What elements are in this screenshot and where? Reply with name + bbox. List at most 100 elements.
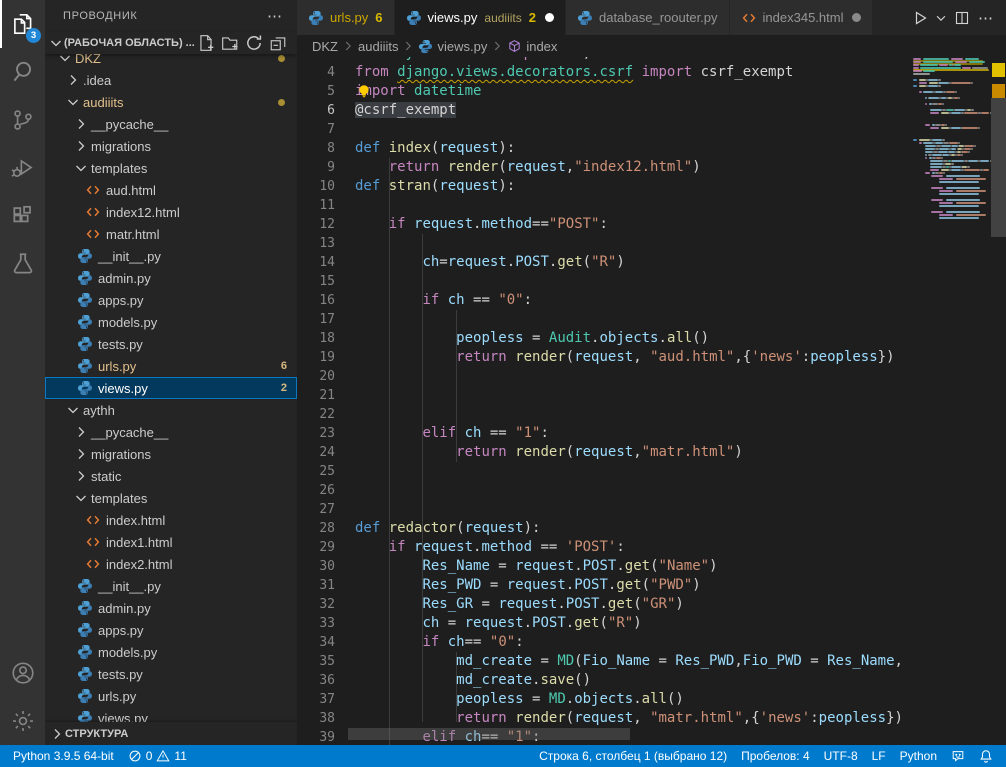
more-actions-icon[interactable]: ⋯: [976, 7, 996, 29]
code-token: .: [566, 691, 574, 707]
feedback-status[interactable]: [944, 745, 972, 767]
account-icon[interactable]: [0, 649, 45, 697]
minimap-line: [974, 145, 976, 147]
tab-database_roouter.py[interactable]: database_roouter.py: [566, 0, 729, 35]
code-token: peopless: [810, 349, 877, 365]
eol-status[interactable]: LF: [865, 745, 893, 767]
cursor-position-status[interactable]: Строка 6, столбец 1 (выбрано 12): [532, 745, 734, 767]
tree-item-views.py[interactable]: views.py: [45, 707, 297, 722]
minimap-line: [923, 70, 935, 72]
tree-item-index.html[interactable]: index.html: [45, 509, 297, 531]
tree-item-__pycache__[interactable]: __pycache__: [45, 113, 297, 135]
language-mode-status[interactable]: Python: [893, 745, 944, 767]
source-control-icon[interactable]: [0, 96, 45, 144]
tree-item-matr.html[interactable]: matr.html: [45, 223, 297, 245]
python-interpreter-status[interactable]: Python 3.9.5 64-bit: [6, 745, 121, 767]
settings-icon[interactable]: [0, 697, 45, 745]
encoding-status[interactable]: UTF-8: [817, 745, 865, 767]
horizontal-scrollbar-thumb[interactable]: [348, 728, 630, 740]
new-file-icon[interactable]: [197, 34, 215, 52]
code-lines[interactable]: 3from aythh.models import MD,Audit4from …: [297, 57, 1006, 745]
workspace-section-header[interactable]: (РАБОЧАЯ ОБЛАСТЬ) ...: [45, 32, 297, 54]
extensions-icon[interactable]: [0, 192, 45, 240]
tree-item-models.py[interactable]: models.py: [45, 641, 297, 663]
problems-badge: 6: [281, 360, 287, 372]
code-action-lightbulb-icon[interactable]: [356, 83, 372, 99]
tree-item-urls.py[interactable]: urls.py6: [45, 355, 297, 377]
tab-views.py[interactable]: views.pyaudiiits2: [395, 0, 565, 35]
breadcrumb-item-audiiits[interactable]: audiiits: [358, 39, 398, 54]
code-token: return: [456, 444, 507, 460]
tree-item-admin.py[interactable]: admin.py: [45, 267, 297, 289]
tree-item-templates[interactable]: templates: [45, 487, 297, 509]
tree-item-index1.html[interactable]: index1.html: [45, 531, 297, 553]
tree-item-models.py[interactable]: models.py: [45, 311, 297, 333]
tree-item-migrations[interactable]: migrations: [45, 443, 297, 465]
code-token: peopless: [819, 710, 886, 726]
tree-item-views.py[interactable]: views.py2: [45, 377, 297, 399]
tree-item-.idea[interactable]: .idea: [45, 69, 297, 91]
run-debug-icon[interactable]: [0, 144, 45, 192]
code-token: Res_GR: [422, 596, 473, 612]
tree-item-__init__.py[interactable]: __init__.py: [45, 575, 297, 597]
line-number: 19: [297, 348, 335, 367]
tree-item-apps.py[interactable]: apps.py: [45, 289, 297, 311]
code-token: objects: [599, 330, 658, 346]
code-token: ): [692, 577, 700, 593]
minimap-line: [968, 160, 978, 162]
tree-item-aud.html[interactable]: aud.html: [45, 179, 297, 201]
tab-urls.py[interactable]: urls.py6: [297, 0, 394, 35]
tree-item-audiiits[interactable]: audiiits: [45, 91, 297, 113]
code-token: ==: [532, 539, 566, 555]
tree-item-templates[interactable]: templates: [45, 157, 297, 179]
tree-item-tests.py[interactable]: tests.py: [45, 333, 297, 355]
code-token: ==: [532, 216, 549, 232]
line-number: 5: [297, 82, 335, 101]
tree-item-admin.py[interactable]: admin.py: [45, 597, 297, 619]
breadcrumb-item-index[interactable]: index: [507, 39, 557, 54]
notifications-status[interactable]: [972, 745, 1000, 767]
code-token: [355, 216, 389, 232]
search-icon[interactable]: [0, 48, 45, 96]
tree-item-tests.py[interactable]: tests.py: [45, 663, 297, 685]
tree-item-__init__.py[interactable]: __init__.py: [45, 245, 297, 267]
minimap[interactable]: [913, 57, 991, 745]
code-token: ): [633, 615, 641, 631]
tree-item-index12.html[interactable]: index12.html: [45, 201, 297, 223]
problems-status[interactable]: 011: [121, 745, 194, 767]
minimap-line: [939, 205, 979, 207]
tree-item-urls.py[interactable]: urls.py: [45, 685, 297, 707]
refresh-icon[interactable]: [245, 34, 263, 52]
tree-item-migrations[interactable]: migrations: [45, 135, 297, 157]
line-number: 25: [297, 462, 335, 481]
run-dropdown-icon[interactable]: [934, 7, 948, 29]
tree-item-DKZ[interactable]: DKZ: [45, 54, 297, 69]
testing-icon[interactable]: [0, 240, 45, 288]
tree-item-apps.py[interactable]: apps.py: [45, 619, 297, 641]
feedback-icon: [951, 749, 965, 763]
code-editor[interactable]: 3from aythh.models import MD,Audit4from …: [297, 57, 1006, 745]
tree-item-index2.html[interactable]: index2.html: [45, 553, 297, 575]
breadcrumb-item-DKZ[interactable]: DKZ: [312, 39, 338, 54]
tree-item-__pycache__[interactable]: __pycache__: [45, 421, 297, 443]
minimap-line: [946, 109, 953, 111]
collapse-all-icon[interactable]: [269, 34, 287, 52]
outline-section-header[interactable]: СТРУКТУРА: [45, 722, 297, 745]
code-token: (: [650, 558, 658, 574]
new-folder-icon[interactable]: [221, 34, 239, 52]
tree-item-aythh[interactable]: aythh: [45, 399, 297, 421]
vertical-scrollbar-thumb[interactable]: [991, 98, 1006, 237]
tab-index345.html[interactable]: index345.html: [730, 0, 873, 35]
split-editor-icon[interactable]: [952, 7, 972, 29]
run-python-file-button[interactable]: [910, 7, 930, 29]
cursor-position-label: Строка 6, столбец 1 (выбрано 12): [539, 749, 727, 763]
indentation-status[interactable]: Пробелов: 4: [734, 745, 817, 767]
tab-label: database_roouter.py: [599, 10, 718, 25]
explorer-more-actions-icon[interactable]: ⋯: [267, 7, 283, 25]
code-line-23: 23 elif ch == "1":: [297, 424, 1006, 443]
explorer-icon[interactable]: 3: [0, 0, 45, 48]
tree-item-static[interactable]: static: [45, 465, 297, 487]
minimap-line: [913, 70, 922, 72]
code-token: .: [566, 615, 574, 631]
breadcrumb-item-views.py[interactable]: views.py: [418, 39, 487, 54]
